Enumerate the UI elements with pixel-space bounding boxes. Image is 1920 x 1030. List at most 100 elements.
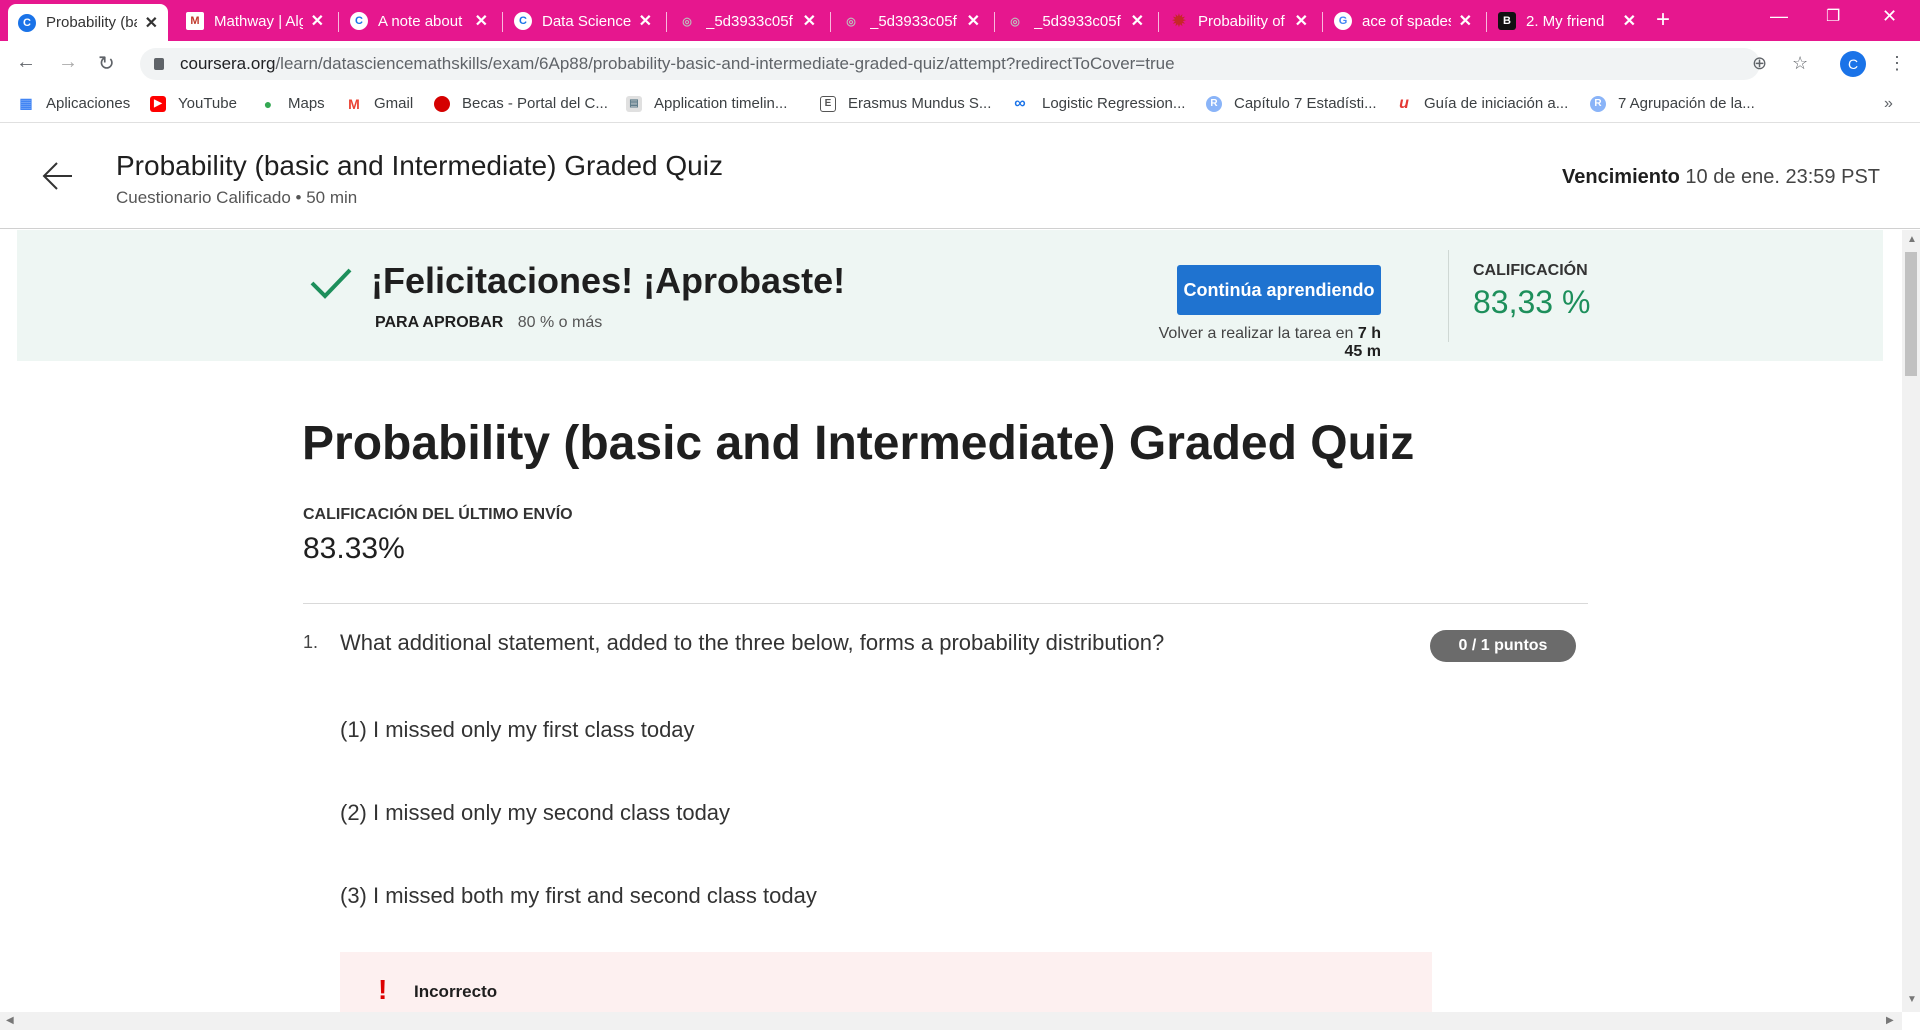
address-bar-row: ← → ↻ coursera.org/learn/datasciencemath… [0, 41, 1920, 87]
tab-file-2[interactable]: ◎ _5d3933c05f ✕ [832, 5, 990, 37]
bookmark-label: 7 Agrupación de la... [1618, 95, 1755, 112]
grade-label: CALIFICACIÓN [1473, 262, 1588, 279]
red-flower-favicon-icon: ✹ [1172, 13, 1186, 30]
tab-data-science[interactable]: C Data Science ✕ [504, 5, 662, 37]
close-icon[interactable]: ✕ [311, 11, 324, 31]
restore-icon[interactable]: ❐ [1826, 6, 1840, 26]
bookmark-application-timeline[interactable]: ▤ Application timelin... [626, 95, 787, 112]
close-icon[interactable]: ✕ [475, 11, 488, 31]
bookmark-logistic-regression[interactable]: ∞ Logistic Regression... [1010, 94, 1185, 113]
close-icon[interactable]: ✕ [1295, 11, 1308, 31]
bookmark-guia[interactable]: u Guía de iniciación a... [1396, 95, 1569, 113]
check-icon [310, 268, 352, 299]
forward-icon[interactable]: → [58, 51, 78, 74]
exclamation-icon: ! [378, 974, 388, 1005]
tab-title: _5d3933c05f [870, 12, 957, 30]
bookmark-label: YouTube [178, 95, 237, 112]
bookmark-agrupacion[interactable]: R 7 Agrupación de la... [1590, 95, 1755, 112]
maps-pin-icon: ● [263, 95, 273, 112]
question-statement: (3) I missed both my first and second cl… [340, 883, 817, 908]
pass-message: ¡Felicitaciones! ¡Aprobaste! [371, 260, 846, 301]
coursera-favicon-icon: C [18, 13, 36, 32]
close-icon[interactable]: ✕ [1131, 11, 1144, 31]
close-icon[interactable]: ✕ [803, 11, 816, 31]
continue-learning-button[interactable]: Continúa aprendiendo [1177, 265, 1381, 315]
page-subtitle: Cuestionario Calificado • 50 min [116, 188, 358, 207]
r-icon: R [1206, 95, 1222, 112]
tab-mathway[interactable]: M Mathway | Algebra ✕ [176, 5, 334, 37]
coursera-favicon-icon: C [514, 12, 532, 30]
url-path: /learn/datasciencemathskills/exam/6Ap88/… [275, 54, 1175, 73]
quiz-title: Probability (basic and Intermediate) Gra… [302, 417, 1415, 470]
bookmark-gmail[interactable]: M Gmail [346, 95, 413, 112]
close-icon[interactable]: ✕ [1623, 11, 1636, 31]
apps-grid-icon: ▦ [19, 95, 33, 111]
bookmark-maps[interactable]: ● Maps [260, 95, 325, 112]
tab-title: 2. My friend [1526, 12, 1605, 30]
url-host: coursera.org [180, 54, 276, 73]
menu-kebab-icon[interactable]: ⋮ [1888, 53, 1906, 74]
bookmark-erasmus[interactable]: E Erasmus Mundus S... [820, 95, 991, 112]
reload-icon[interactable]: ↻ [98, 51, 115, 76]
bookmark-label: Capítulo 7 Estadísti... [1234, 95, 1377, 112]
tab-note[interactable]: C A note about ✕ [340, 5, 498, 37]
url-input[interactable]: coursera.org/learn/datasciencemathskills… [140, 48, 1760, 80]
tab-my-friend[interactable]: B 2. My friend ✕ [1488, 5, 1646, 37]
zoom-icon[interactable]: ⊕ [1752, 53, 1767, 74]
scroll-up-icon[interactable]: ▲ [1907, 234, 1917, 245]
close-icon[interactable]: ✕ [1459, 11, 1472, 31]
last-submission-value: 83.33% [303, 532, 405, 565]
back-arrow-icon[interactable] [40, 158, 76, 194]
due-label: Vencimiento [1562, 166, 1680, 188]
window-close-icon[interactable]: ✕ [1882, 6, 1897, 27]
bookmark-aplicaciones[interactable]: ▦ Aplicaciones [18, 95, 130, 112]
new-tab-plus-icon[interactable]: + [1656, 6, 1670, 34]
tab-title: _5d3933c05f [1034, 12, 1121, 30]
close-icon[interactable]: ✕ [145, 13, 158, 33]
close-icon[interactable]: ✕ [967, 11, 980, 31]
document-icon: ▤ [626, 95, 642, 112]
horizontal-scrollbar[interactable]: ◀ ▶ [0, 1012, 1902, 1030]
tab-title: Mathway | Algebra [214, 12, 303, 30]
vertical-scrollbar[interactable]: ▲ ▼ [1902, 230, 1920, 1012]
bookmark-label: Application timelin... [654, 95, 788, 112]
r-icon: R [1590, 95, 1606, 112]
tab-file-3[interactable]: ◎ _5d3933c05f ✕ [996, 5, 1154, 37]
question-statement: (2) I missed only my second class today [340, 800, 731, 825]
bookmark-label: Becas - Portal del C... [462, 95, 608, 112]
infinity-icon: ∞ [1014, 94, 1026, 112]
close-icon[interactable]: ✕ [639, 11, 652, 31]
question-number: 1. [303, 632, 319, 652]
tab-probability[interactable]: C Probability (basic and Int ✕ [8, 4, 168, 41]
scroll-right-icon[interactable]: ▶ [1886, 1015, 1894, 1026]
scrollbar-thumb[interactable] [1905, 252, 1917, 376]
tab-probability-of[interactable]: ✹ Probability of ✕ [1160, 5, 1318, 37]
bookmark-label: Guía de iniciación a... [1424, 95, 1569, 112]
question-statement: (1) I missed only my first class today [340, 717, 695, 742]
youtube-icon: ▶ [150, 95, 166, 112]
bookmark-star-icon[interactable]: ☆ [1792, 53, 1808, 74]
course-item-header: Probability (basic and Intermediate) Gra… [0, 124, 1920, 229]
bookmark-youtube[interactable]: ▶ YouTube [150, 95, 237, 112]
pass-requirement-value: 80 % o más [517, 314, 603, 331]
b-favicon-icon: B [1498, 12, 1516, 30]
lock-icon [154, 58, 164, 70]
minimize-icon[interactable]: — [1770, 6, 1788, 27]
bookmark-becas[interactable]: Becas - Portal del C... [434, 95, 608, 112]
tab-title: A note about [378, 12, 463, 30]
bookmarks-bar: ▦ Aplicaciones ▶ YouTube ● Maps M Gmail … [0, 87, 1920, 123]
scroll-down-icon[interactable]: ▼ [1907, 994, 1917, 1005]
grade-value: 83,33 % [1473, 284, 1591, 320]
bookmark-capitulo-7[interactable]: R Capítulo 7 Estadísti... [1206, 95, 1377, 112]
tab-file-1[interactable]: ◎ _5d3933c05f ✕ [668, 5, 826, 37]
profile-avatar[interactable]: C [1840, 51, 1866, 77]
bookmark-label: Erasmus Mundus S... [848, 95, 992, 112]
back-icon[interactable]: ← [16, 51, 36, 74]
pass-banner: ¡Felicitaciones! ¡Aprobaste! PARA APROBA… [17, 230, 1883, 361]
scroll-left-icon[interactable]: ◀ [6, 1015, 14, 1026]
due-date: Vencimiento 10 de ene. 23:59 PST [1562, 166, 1880, 189]
tab-ace-of-spades[interactable]: G ace of spades ✕ [1324, 5, 1482, 37]
tab-title: Probability (basic and Int [46, 14, 137, 31]
pass-requirement-label: PARA APROBAR [375, 314, 504, 331]
bookmarks-overflow-icon[interactable]: » [1884, 95, 1893, 113]
